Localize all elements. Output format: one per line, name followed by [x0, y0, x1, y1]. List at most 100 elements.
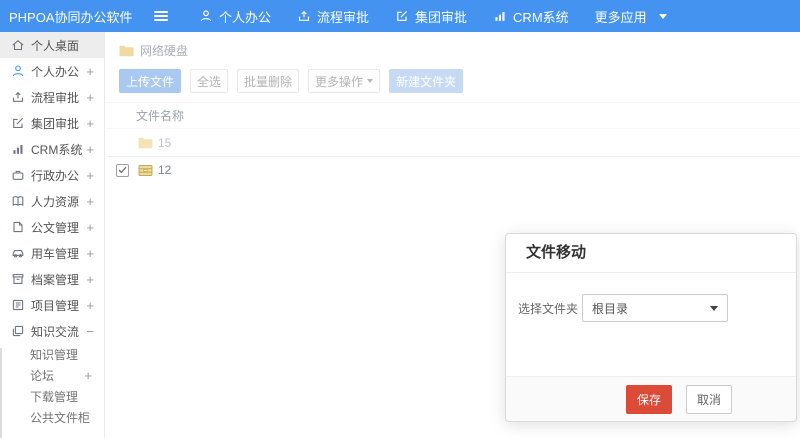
app-logo: PHPOA协同办公软件	[9, 9, 133, 25]
sidebar-item-archive-management[interactable]: 档案管理 +	[0, 266, 104, 292]
sidebar-item-label: 个人桌面	[31, 38, 80, 53]
select-all-button[interactable]: 全选	[190, 69, 229, 93]
collapse-indicator: −	[86, 323, 94, 339]
sidebar-item-vehicle-management[interactable]: 用车管理 +	[0, 240, 104, 266]
upload-icon	[11, 90, 25, 104]
list-icon	[11, 298, 25, 312]
table-row-file-12[interactable]: 12	[106, 156, 800, 183]
toolbar: 上传文件 全选 批量删除 更多操作 新建文件夹	[106, 61, 800, 102]
sidebar-item-personal-desktop[interactable]: 个人桌面	[0, 32, 104, 58]
user-icon	[199, 9, 213, 23]
edit-icon	[11, 116, 25, 130]
car-icon	[11, 246, 25, 260]
expand-indicator: +	[86, 245, 94, 261]
sidebar-subitem-download-management[interactable]: 下载管理	[0, 386, 104, 407]
row-checkbox-checked[interactable]	[116, 163, 129, 177]
topnav-more-apps[interactable]: 更多应用	[582, 0, 680, 32]
home-icon	[11, 38, 25, 52]
expand-indicator: +	[84, 368, 92, 383]
sidebar-subitem-label: 论坛	[30, 369, 55, 383]
sidebar-subitem-forum[interactable]: 论坛 +	[0, 365, 104, 386]
expand-indicator: +	[86, 167, 94, 183]
topnav-label: 个人办公	[219, 9, 272, 25]
file-move-dialog: 文件移动 选择文件夹 根目录 保存 取消	[505, 233, 797, 422]
folder-select[interactable]: 根目录	[582, 294, 729, 322]
sidebar-item-label: 公文管理	[31, 220, 80, 235]
sidebar-item-document-management[interactable]: 公文管理 +	[0, 214, 104, 240]
sidebar-item-knowledge-exchange[interactable]: 知识交流 −	[0, 318, 104, 344]
sidebar-item-label: 个人办公	[31, 64, 80, 79]
chart-icon	[11, 142, 25, 156]
topnav-group-approval[interactable]: 集团审批	[382, 0, 480, 32]
user-icon	[11, 64, 25, 78]
sidebar-item-admin-office[interactable]: 行政办公 +	[0, 162, 104, 188]
topnav-label: 集团审批	[415, 9, 468, 25]
sidebar-item-label: 项目管理	[31, 298, 80, 313]
topbar: PHPOA协同办公软件 个人办公 流程审批 集团审批 CRM系统 更多应用	[0, 0, 800, 32]
document-icon	[11, 220, 25, 234]
sidebar-item-label: 行政办公	[31, 168, 80, 183]
sidebar: 个人桌面 个人办公 + 流程审批 + 集团审批 + CRM系统 + 行政办公 +	[0, 32, 105, 438]
breadcrumb-label: 网络硬盘	[140, 44, 189, 58]
sidebar-subitem-knowledge-management[interactable]: 知识管理	[0, 344, 104, 365]
expand-indicator: +	[86, 89, 94, 105]
sidebar-subitem-label: 下载管理	[30, 390, 79, 404]
sidebar-item-label: 集团审批	[31, 116, 80, 131]
sidebar-subitem-label: 公共文件柜	[30, 411, 91, 425]
sidebar-item-label: 档案管理	[31, 272, 80, 287]
sidebar-subitem-label: 知识管理	[30, 348, 79, 362]
expand-indicator: +	[86, 271, 94, 287]
batch-delete-button[interactable]: 批量删除	[237, 69, 300, 93]
topnav-label: 更多应用	[594, 9, 647, 25]
topnav-label: 流程审批	[317, 9, 370, 25]
expand-indicator: +	[86, 141, 94, 157]
upload-file-button[interactable]: 上传文件	[119, 69, 182, 93]
sidebar-item-project-management[interactable]: 项目管理 +	[0, 292, 104, 318]
folder-icon	[138, 137, 153, 149]
edit-icon	[395, 9, 409, 23]
sidebar-item-human-resources[interactable]: 人力资源 +	[0, 188, 104, 214]
topnav-personal-office[interactable]: 个人办公	[186, 0, 284, 32]
sidebar-item-workflow-approval[interactable]: 流程审批 +	[0, 84, 104, 110]
cancel-button[interactable]: 取消	[685, 384, 732, 414]
breadcrumb[interactable]: 网络硬盘	[106, 32, 800, 61]
file-name: 12	[158, 163, 172, 177]
archive-file-icon	[138, 164, 153, 177]
upload-icon	[297, 9, 311, 23]
menu-toggle-icon[interactable]	[154, 11, 168, 21]
chart-icon	[493, 9, 507, 23]
sidebar-item-label: 用车管理	[31, 246, 80, 261]
sidebar-subitem-public-file-cabinet[interactable]: 公共文件柜	[0, 407, 104, 428]
new-folder-button[interactable]: 新建文件夹	[389, 69, 464, 93]
topnav-crm-system[interactable]: CRM系统	[480, 0, 582, 32]
sidebar-item-group-approval[interactable]: 集团审批 +	[0, 110, 104, 136]
briefcase-icon	[11, 168, 25, 182]
more-actions-button[interactable]: 更多操作	[308, 69, 381, 93]
layers-icon	[11, 324, 25, 338]
top-navigation: 个人办公 流程审批 集团审批 CRM系统 更多应用	[186, 0, 680, 32]
file-table: 文件名称 15 12	[106, 102, 800, 183]
sidebar-item-personal-office[interactable]: 个人办公 +	[0, 58, 104, 84]
save-button[interactable]: 保存	[625, 384, 672, 414]
sidebar-item-label: 流程审批	[31, 90, 80, 105]
book-icon	[11, 194, 25, 208]
caret-down-icon	[710, 305, 719, 311]
expand-indicator: +	[86, 297, 94, 313]
expand-indicator: +	[86, 193, 94, 209]
archive-icon	[11, 272, 25, 286]
dialog-title: 文件移动	[506, 234, 796, 273]
file-name: 15	[158, 135, 172, 150]
sidebar-scrollbar[interactable]	[0, 348, 2, 438]
expand-indicator: +	[86, 115, 94, 131]
select-folder-label: 选择文件夹	[518, 301, 579, 316]
caret-down-icon	[658, 13, 667, 19]
topnav-workflow-approval[interactable]: 流程审批	[284, 0, 382, 32]
folder-icon	[119, 45, 134, 57]
expand-indicator: +	[86, 63, 94, 79]
file-name-column-header: 文件名称	[106, 103, 800, 129]
sidebar-item-crm-system[interactable]: CRM系统 +	[0, 136, 104, 162]
expand-indicator: +	[86, 219, 94, 235]
table-row-folder-15[interactable]: 15	[106, 129, 800, 156]
sidebar-item-label: 知识交流	[31, 324, 80, 339]
caret-down-icon	[367, 79, 374, 83]
